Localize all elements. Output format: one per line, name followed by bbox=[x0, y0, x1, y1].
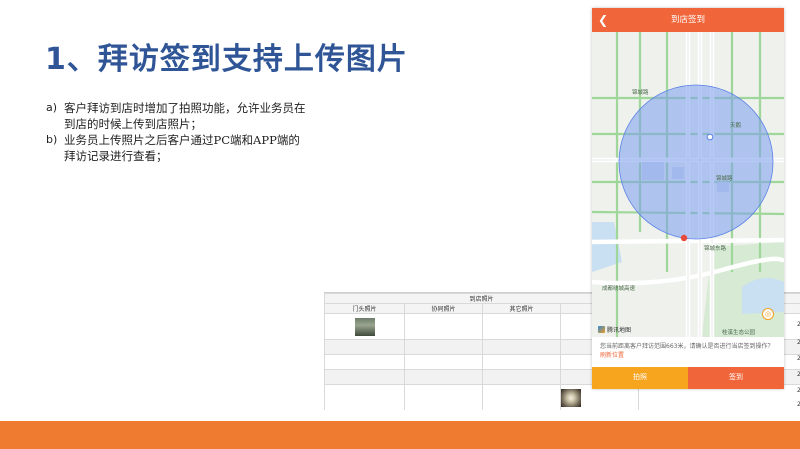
map-logo-icon bbox=[598, 326, 605, 333]
footer-bar bbox=[0, 421, 800, 449]
map-label: 锦城路 bbox=[716, 174, 733, 182]
locate-icon[interactable]: ◎ bbox=[762, 308, 774, 320]
distance-tip: 您当前距离客户拜访范围663米，请确认是否进行当店签到操作？ 刷新位置 bbox=[592, 337, 784, 367]
bullet-item: b) 业务员上传照片之后客户通过PC端和APP端的拜访记录进行查看； bbox=[46, 132, 306, 164]
map-provider-logo: 腾讯地图 bbox=[598, 325, 631, 334]
phone-header-title: 到店签到 bbox=[670, 15, 705, 25]
bullet-item: a) 客户拜访到店时增加了拍照功能，允许业务员在到店的时候上传到店照片； bbox=[46, 100, 306, 132]
table-cell bbox=[324, 384, 405, 410]
map-label: 锦城路 bbox=[632, 88, 649, 96]
bullet-marker: a) bbox=[46, 101, 58, 114]
distance-tip-text: 您当前距离客户拜访范围663米，请确认是否进行当店签到操作？ bbox=[600, 343, 774, 350]
map-label: 锦城东路 bbox=[704, 244, 727, 252]
map-canvas: 锦城路 天鹅 锦城路 锦城东路 成都绕城高速 桂溪生态公园 bbox=[592, 32, 784, 337]
table-header-cell: 协同照片 bbox=[404, 303, 483, 314]
mobile-checkin-screen: ❮ 到店签到 锦城路 天鹅 锦城路 锦城东路 成都绕城高速 桂溪生态公园 腾讯地… bbox=[592, 8, 784, 389]
table-cell bbox=[482, 384, 561, 410]
table-cell bbox=[482, 369, 561, 385]
bullet-text: 客户拜访到店时增加了拍照功能，允许业务员在到店的时候上传到店照片； bbox=[64, 101, 306, 131]
table-cell bbox=[324, 339, 405, 355]
table-cell bbox=[404, 369, 483, 385]
table-cell bbox=[324, 369, 405, 385]
slide-title: 1、拜访签到支持上传图片 bbox=[45, 42, 408, 77]
bullet-text: 业务员上传照片之后客户通过PC端和APP端的拜访记录进行查看； bbox=[64, 133, 300, 163]
table-cell bbox=[482, 354, 561, 370]
bullet-list: a) 客户拜访到店时增加了拍照功能，允许业务员在到店的时候上传到店照片； b) … bbox=[46, 100, 306, 164]
storefront-photo-thumbnail[interactable] bbox=[354, 317, 375, 336]
map-label: 成都绕城高速 bbox=[602, 284, 636, 292]
table-header-cell: 其它照片 bbox=[482, 303, 561, 314]
table-cell bbox=[324, 313, 405, 340]
table-cell bbox=[404, 354, 483, 370]
map-view[interactable]: 锦城路 天鹅 锦城路 锦城东路 成都绕城高速 桂溪生态公园 腾讯地图 ◎ bbox=[592, 32, 784, 337]
refresh-location-link[interactable]: 刷新位置 bbox=[600, 352, 624, 359]
back-arrow-icon[interactable]: ❮ bbox=[598, 8, 608, 32]
bullet-marker: b) bbox=[46, 133, 58, 146]
map-logo-text: 腾讯地图 bbox=[607, 327, 632, 334]
other-photo-thumbnail[interactable] bbox=[561, 388, 581, 407]
take-photo-button[interactable]: 拍照 bbox=[592, 367, 688, 389]
table-cell bbox=[404, 339, 483, 355]
map-label: 桂溪生态公园 bbox=[722, 328, 756, 336]
table-header-cell: 门头照片 bbox=[324, 303, 405, 314]
action-bar: 拍照 签到 bbox=[592, 367, 784, 389]
table-cell bbox=[404, 384, 483, 410]
table-cell bbox=[324, 354, 405, 370]
checkin-button[interactable]: 签到 bbox=[688, 367, 784, 389]
table-cell bbox=[404, 313, 483, 340]
map-label: 天鹅 bbox=[730, 121, 742, 129]
table-cell bbox=[482, 339, 561, 355]
table-cell bbox=[482, 313, 561, 340]
phone-header: ❮ 到店签到 bbox=[592, 8, 784, 32]
